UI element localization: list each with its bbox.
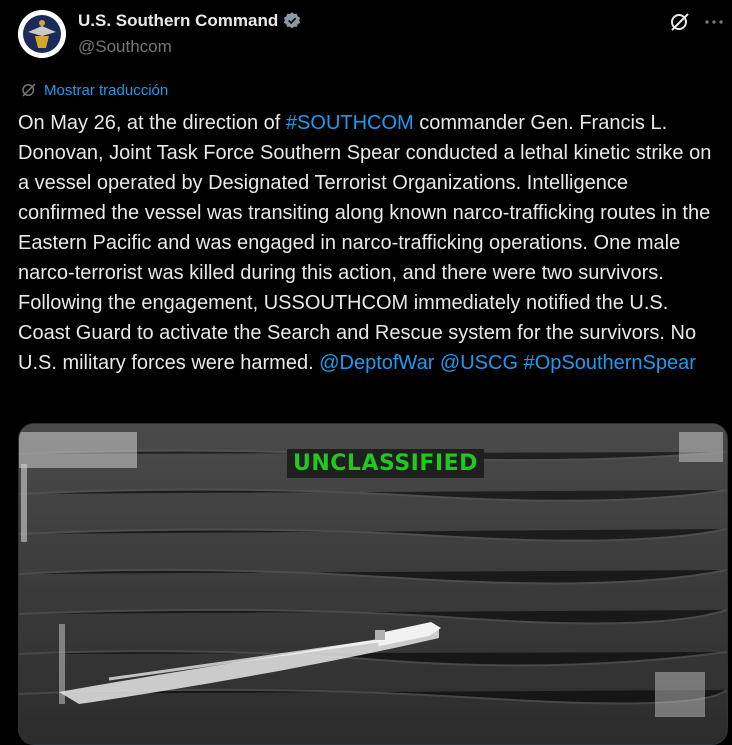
more-options-button[interactable] <box>702 10 726 34</box>
account-name[interactable]: U.S. Southern Command <box>78 11 278 31</box>
hashtag-southcom-link[interactable]: #SOUTHCOM <box>286 112 414 134</box>
unclassified-label: UNCLASSIFIED <box>287 449 484 478</box>
more-options-icon <box>705 20 723 24</box>
grok-icon <box>671 13 689 31</box>
southcom-seal-icon <box>18 10 66 58</box>
tweet-text-1: On May 26, at the direction of <box>18 112 286 134</box>
tweet-text-2: commander Gen. Francis L. Donovan, Joint… <box>18 112 712 374</box>
grok-button[interactable] <box>668 10 692 34</box>
tweet-text: On May 26, at the direction of #SOUTHCOM… <box>18 108 718 378</box>
account-name-row[interactable]: U.S. Southern Command <box>78 11 302 31</box>
translate-label: Mostrar traducción <box>44 81 169 99</box>
tweet-video[interactable]: UNCLASSIFIED <box>18 423 728 745</box>
hashtag-opsouthernspear-link[interactable]: #OpSouthernSpear <box>524 352 696 374</box>
mention-deptofwar-link[interactable]: @DeptofWar <box>319 352 434 374</box>
mention-uscg-link[interactable]: @USCG <box>440 352 518 374</box>
verified-badge-icon <box>284 12 301 29</box>
translate-icon <box>22 83 36 97</box>
account-handle[interactable]: @Southcom <box>78 37 172 57</box>
avatar[interactable] <box>18 10 66 58</box>
show-translation-button[interactable]: Mostrar traducción <box>20 81 168 99</box>
